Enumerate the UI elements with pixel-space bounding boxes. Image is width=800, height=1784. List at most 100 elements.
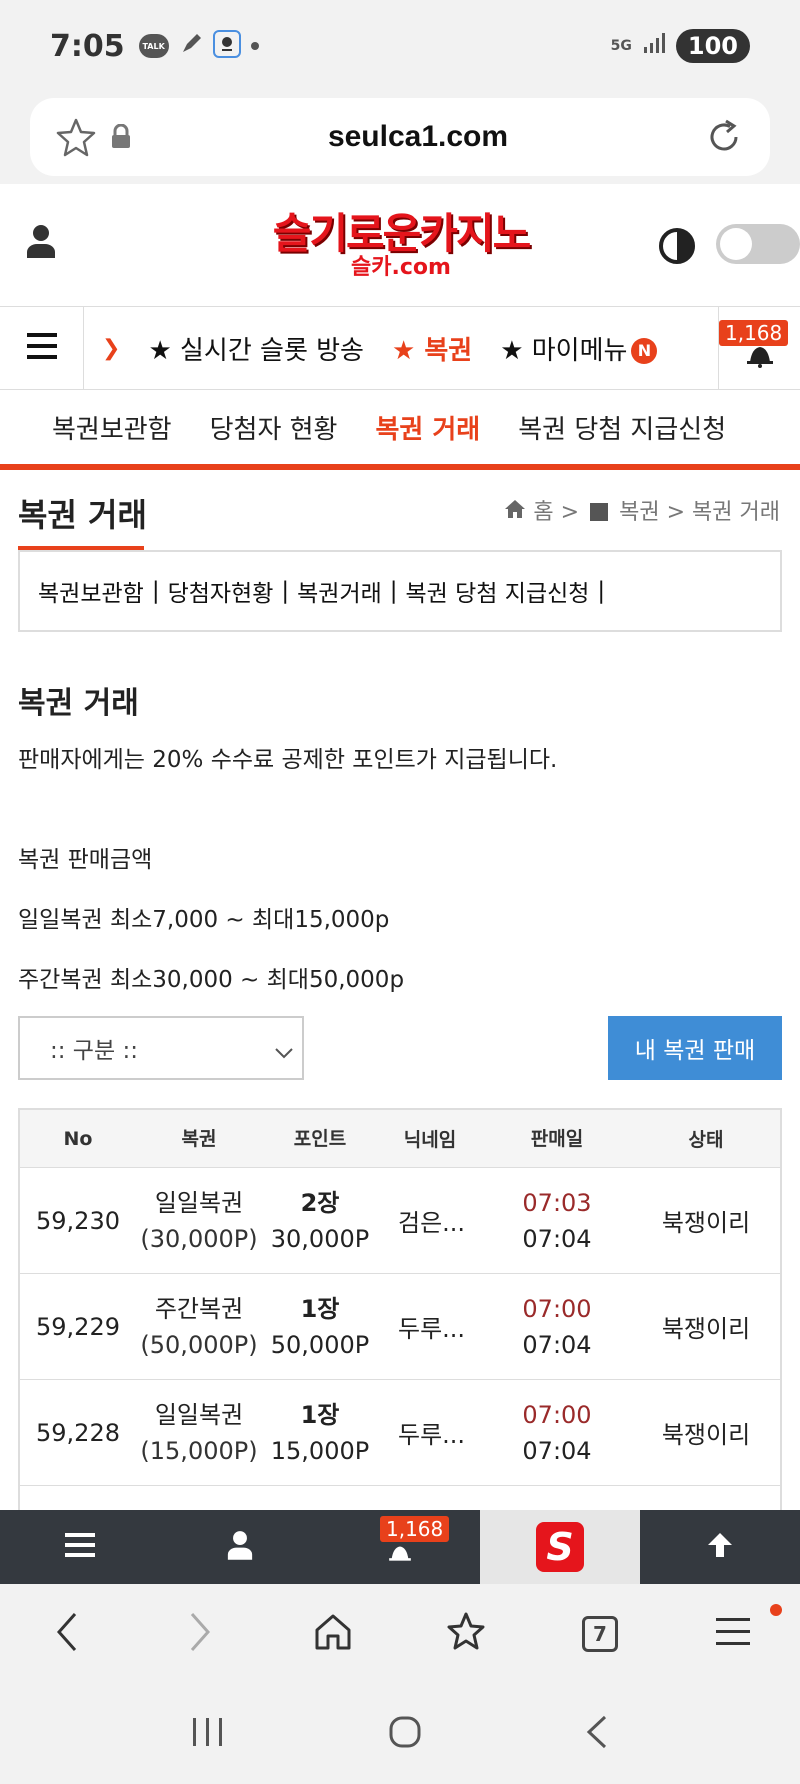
tab-lottery-trade[interactable]: 복권거래 xyxy=(297,574,382,608)
sell-my-lottery-button[interactable]: 내 복권 판매 xyxy=(608,1016,782,1080)
tab-winners[interactable]: 당첨자현황 xyxy=(168,574,274,608)
header-status[interactable]: 상태 xyxy=(632,1125,780,1152)
cell-sale-date: 07:00 07:04 xyxy=(482,1397,632,1469)
home-circle-icon[interactable] xyxy=(388,1715,422,1753)
bookmark-star-icon[interactable] xyxy=(56,117,96,157)
toolbar-logo-button[interactable]: S xyxy=(480,1510,640,1584)
ticket-value: (30,000P) xyxy=(140,1224,258,1253)
tab-separator: | xyxy=(281,578,290,604)
recent-apps-icon[interactable] xyxy=(191,1717,225,1751)
back-button[interactable] xyxy=(0,1612,133,1656)
sold-time: 07:04 xyxy=(522,1224,592,1253)
header-ticket[interactable]: 복권 xyxy=(136,1121,262,1157)
user-icon[interactable] xyxy=(26,224,56,262)
ticket-type: 일일복권 xyxy=(154,1188,244,1217)
scroll-top-button[interactable] xyxy=(640,1510,800,1584)
update-dot-icon xyxy=(769,1604,782,1616)
header-sale-date[interactable]: 판매일 xyxy=(482,1121,632,1157)
kakaotalk-icon: TALK xyxy=(138,34,169,58)
map-pin-icon xyxy=(212,30,241,62)
cell-nickname[interactable]: 두루... xyxy=(378,1309,482,1344)
contrast-icon[interactable] xyxy=(658,227,696,269)
breadcrumb-section[interactable]: 복권 xyxy=(619,500,659,525)
home-icon xyxy=(313,1612,353,1656)
toolbar-user-button[interactable] xyxy=(160,1510,320,1584)
category-select-value: :: 구분 :: xyxy=(50,1038,138,1064)
tab-count-icon: 7 xyxy=(581,1616,618,1652)
browser-menu-button[interactable] xyxy=(667,1604,800,1650)
home-button[interactable] xyxy=(267,1612,400,1656)
table-row[interactable]: 59,228 일일복권 (15,000P) 1장 15,000P 두루... 0… xyxy=(20,1380,780,1486)
ticket-value: (15,000P) xyxy=(140,1436,258,1465)
battery-indicator: 100 xyxy=(675,29,750,63)
cell-points: 1장 15,000P xyxy=(262,1397,378,1469)
page-title: 복권 거래 xyxy=(18,496,147,534)
tab-lottery-storage[interactable]: 복권보관함 xyxy=(38,574,144,608)
cell-status: 북쟁이리 xyxy=(661,1209,751,1237)
chevron-left-icon xyxy=(55,1612,79,1656)
address-bar[interactable]: seulca1.com xyxy=(30,98,770,176)
subnav-lottery-trade[interactable]: 복권 거래 xyxy=(375,409,480,446)
scroll-left-icon[interactable]: ❯ xyxy=(102,336,120,361)
forward-button[interactable] xyxy=(133,1612,266,1656)
tab-separator: | xyxy=(389,578,398,604)
dark-mode-toggle[interactable] xyxy=(716,224,800,264)
breadcrumb-current: 복권 거래 xyxy=(692,500,780,525)
notification-count-badge: 1,168 xyxy=(719,320,789,346)
points-value: 50,000P xyxy=(270,1330,370,1359)
breadcrumb-separator: > xyxy=(560,500,580,525)
ticket-type: 일일복권 xyxy=(154,1400,244,1429)
registered-time: 07:03 xyxy=(522,1188,592,1217)
breadcrumb-home[interactable]: 홈 xyxy=(533,500,553,525)
registered-time: 07:00 xyxy=(522,1294,592,1323)
ticket-type: 주간복권 xyxy=(154,1294,244,1323)
signal-icon xyxy=(642,33,666,59)
table-row[interactable]: 59,230 일일복권 (30,000P) 2장 30,000P 검은... 0… xyxy=(20,1168,780,1274)
price-heading: 복권 판매금액 xyxy=(18,847,153,873)
breadcrumb-separator: > xyxy=(666,500,686,525)
chevron-right-icon xyxy=(188,1612,212,1656)
notification-button[interactable]: 1,168 xyxy=(718,306,800,390)
cell-no: 59,230 xyxy=(36,1206,120,1235)
nav-item-lottery[interactable]: ★ 복권 xyxy=(392,330,472,367)
square-icon xyxy=(590,503,609,521)
fee-notice: 판매자에게는 20% 수수료 공제한 포인트가 지급됩니다. xyxy=(18,747,558,773)
tabs-button[interactable]: 7 xyxy=(533,1616,666,1652)
subnav-lottery-storage[interactable]: 복권보관함 xyxy=(52,409,172,446)
breadcrumb: 홈 > 복권 > 복권 거래 xyxy=(504,494,780,526)
notification-count-badge: 1,168 xyxy=(380,1516,450,1542)
nav-item-my-menu[interactable]: ★ 마이메뉴 N xyxy=(500,330,658,367)
tab-prize-claim[interactable]: 복권 당첨 지급신청 xyxy=(406,574,590,608)
back-icon[interactable] xyxy=(585,1715,609,1753)
daily-price-range: 일일복권 최소7,000 ~ 최대15,000p xyxy=(18,907,390,933)
menu-button[interactable] xyxy=(0,306,84,390)
browser-address-area: seulca1.com xyxy=(0,92,800,184)
url-text[interactable]: seulca1.com xyxy=(132,120,704,154)
bookmarks-button[interactable] xyxy=(400,1611,533,1657)
sub-nav: 복권보관함 당첨자 현황 복권 거래 복권 당첨 지급신청 xyxy=(0,390,800,470)
points-value: 30,000P xyxy=(270,1224,370,1253)
header-nickname[interactable]: 닉네임 xyxy=(378,1125,482,1152)
star-list-icon xyxy=(446,1611,488,1657)
cell-no: 59,229 xyxy=(36,1312,120,1341)
toolbar-notification-button[interactable]: 1,168 xyxy=(320,1510,480,1584)
header-no[interactable]: No xyxy=(20,1128,136,1150)
cell-status: 북쟁이리 xyxy=(661,1315,751,1343)
home-icon[interactable] xyxy=(504,500,533,525)
weekly-price-range: 주간복권 최소30,000 ~ 최대50,000p xyxy=(18,967,405,993)
nav-item-slot-live[interactable]: ★ 실시간 슬롯 방송 xyxy=(148,330,364,367)
site-logo[interactable]: 슬기로운카지노 슬카.com xyxy=(262,212,540,280)
category-select[interactable]: :: 구분 :: xyxy=(18,1016,304,1080)
table-row[interactable]: 59,229 주간복권 (50,000P) 1장 50,000P 두루... 0… xyxy=(20,1274,780,1380)
cell-nickname[interactable]: 두루... xyxy=(378,1415,482,1450)
header-points[interactable]: 포인트 xyxy=(262,1121,378,1157)
toggle-knob xyxy=(720,228,752,260)
subnav-prize-claim[interactable]: 복권 당첨 지급신청 xyxy=(518,409,726,446)
bell-icon xyxy=(386,1544,414,1568)
cell-nickname[interactable]: 검은... xyxy=(378,1203,482,1238)
subnav-winners[interactable]: 당첨자 현황 xyxy=(210,409,338,446)
table-header-row: No 복권 포인트 닉네임 판매일 상태 xyxy=(20,1110,780,1168)
hamburger-icon xyxy=(26,333,57,363)
reload-icon[interactable] xyxy=(704,117,744,157)
toolbar-menu-button[interactable] xyxy=(0,1510,160,1584)
